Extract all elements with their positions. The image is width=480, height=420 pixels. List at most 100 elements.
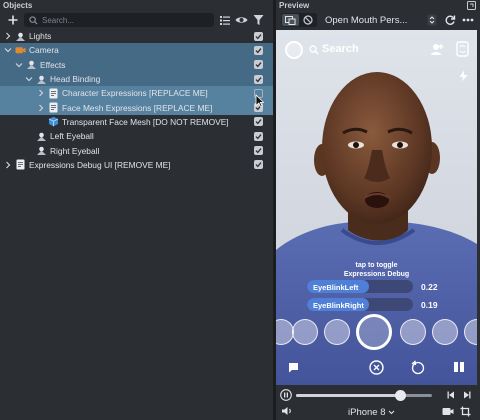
chevron-right-icon[interactable] — [4, 32, 12, 40]
tree-row-label: Character Expressions [REPLACE ME] — [62, 88, 208, 99]
visibility-checkbox[interactable] — [254, 31, 263, 41]
scene-object-icon — [36, 145, 47, 156]
chevron-down-icon[interactable] — [25, 75, 33, 83]
search-icon — [309, 45, 319, 55]
list-options-button[interactable] — [219, 14, 231, 26]
tree-row-transparent-face-mesh[interactable]: Transparent Face Mesh [DO NOT REMOVE] — [0, 115, 273, 129]
tree-row-left-eyeball[interactable]: Left Eyeball — [0, 129, 273, 143]
script-icon — [48, 88, 59, 99]
tree-row-label: Effects — [40, 59, 66, 70]
pause-button-icon[interactable] — [280, 389, 292, 401]
step-forward-icon[interactable] — [462, 390, 472, 400]
flip-camera-icon[interactable] — [456, 41, 469, 57]
tree-row-face-mesh-expressions[interactable]: Face Mesh Expressions [REPLACE ME] — [0, 94, 273, 115]
dropdown-arrows-icon[interactable] — [427, 14, 437, 26]
speaker-icon[interactable] — [281, 406, 293, 416]
checkmark-icon — [255, 48, 262, 54]
lens-slot[interactable] — [324, 319, 350, 345]
metric-name: EyeBlinkRight — [313, 300, 364, 310]
checkmark-icon — [255, 62, 262, 68]
playback-slider[interactable] — [296, 390, 432, 401]
mouse-cursor-icon — [255, 94, 264, 109]
script-icon — [48, 102, 59, 113]
camera-icon — [15, 45, 26, 56]
checkmark-icon — [255, 148, 262, 154]
debug-hint-line-2: Expressions Debug — [343, 270, 410, 278]
chevron-down-icon[interactable] — [4, 46, 12, 54]
visibility-checkbox[interactable] — [254, 160, 263, 170]
visibility-checkbox[interactable] — [254, 45, 263, 55]
debug-hint-line-1: tap to toggle — [355, 262, 398, 269]
visibility-checkbox[interactable] — [254, 131, 263, 141]
device-dropdown[interactable]: iPhone 8 — [348, 407, 386, 418]
lens-slot[interactable] — [400, 319, 426, 345]
tree-row-expressions-debug-ui[interactable]: Expressions Debug UI [REMOVE ME] — [0, 158, 273, 172]
objects-panel: Objects Lights — [0, 0, 273, 420]
refresh-icon[interactable] — [444, 14, 456, 26]
checkmark-icon — [255, 33, 262, 40]
preview-mode-toggle[interactable] — [281, 13, 317, 27]
tree-row-head-binding[interactable]: Head Binding — [0, 71, 273, 87]
visibility-checkbox[interactable] — [254, 146, 263, 156]
capture-button[interactable] — [356, 314, 392, 350]
lens-carousel — [276, 314, 477, 350]
tree-row-lights[interactable]: Lights — [0, 29, 273, 43]
preview-toolbar: Open Mouth Pers... — [276, 11, 480, 29]
flash-icon[interactable] — [458, 70, 469, 82]
chevron-right-icon[interactable] — [4, 161, 12, 169]
lens-slot[interactable] — [292, 319, 318, 345]
filter-button[interactable] — [253, 14, 265, 26]
scene-object-icon — [36, 131, 47, 142]
stories-icon[interactable] — [453, 361, 465, 373]
video-camera-icon[interactable] — [442, 407, 454, 416]
script-icon — [15, 159, 26, 170]
playback-slider-knob[interactable] — [395, 390, 407, 401]
metric-value: 0.22 — [421, 282, 438, 292]
checkmark-icon — [255, 133, 262, 140]
tree-row-label: Head Binding — [50, 74, 101, 85]
chevron-right-icon[interactable] — [37, 104, 45, 112]
chevron-right-icon[interactable] — [37, 89, 45, 97]
add-object-button[interactable] — [6, 13, 20, 27]
checkmark-icon — [255, 76, 262, 82]
preview-panel: Preview Open Mouth Pers... Search tap to… — [276, 0, 480, 420]
tree-row-character-expressions[interactable]: Character Expressions [REPLACE ME] — [0, 86, 273, 101]
metric-value: 0.19 — [421, 300, 438, 310]
objects-search-box[interactable] — [24, 13, 214, 27]
lens-preview-viewport[interactable]: Search tap to toggle Expressions Debug E… — [276, 30, 477, 385]
lens-slot[interactable] — [432, 319, 458, 345]
visibility-checkbox[interactable] — [254, 74, 263, 84]
tree-row-label: Expressions Debug UI [REMOVE ME] — [29, 159, 171, 170]
tree-row-effects[interactable]: Effects — [0, 57, 273, 72]
add-friend-icon[interactable] — [430, 42, 444, 56]
preview-bottom-bar: iPhone 8 — [276, 385, 480, 420]
more-options-icon[interactable] — [462, 18, 474, 22]
camera-mode-icon[interactable] — [303, 15, 313, 25]
metric-name: EyeBlinkLeft — [313, 282, 359, 292]
swap-lens-icon[interactable] — [410, 360, 425, 375]
tree-row-label: Transparent Face Mesh [DO NOT REMOVE] — [62, 116, 229, 127]
tree-row-camera[interactable]: Camera — [0, 43, 273, 58]
lens-slot[interactable] — [464, 319, 477, 345]
debug-hint[interactable]: tap to toggle Expressions Debug — [276, 262, 477, 279]
crop-icon[interactable] — [460, 406, 471, 417]
chevron-down-icon[interactable] — [388, 410, 395, 415]
preview-mode-device-button[interactable] — [282, 14, 299, 26]
objects-toolbar — [0, 11, 273, 29]
lens-name-dropdown[interactable]: Open Mouth Pers... — [325, 15, 407, 26]
step-back-icon[interactable] — [446, 390, 456, 400]
visibility-toggle-button[interactable] — [235, 14, 248, 26]
visibility-checkbox[interactable] — [254, 117, 263, 127]
chat-icon[interactable] — [288, 362, 299, 373]
snap-search-label[interactable]: Search — [322, 43, 359, 55]
visibility-checkbox[interactable] — [254, 60, 263, 70]
profile-avatar[interactable] — [285, 41, 303, 59]
chevron-down-icon[interactable] — [15, 61, 23, 69]
checkmark-icon — [255, 119, 262, 125]
objects-search-input[interactable] — [42, 15, 202, 25]
eye-icon — [235, 17, 248, 23]
tree-row-right-eyeball[interactable]: Right Eyeball — [0, 143, 273, 157]
pop-out-icon[interactable] — [467, 1, 476, 10]
metric-eye-blink-left: EyeBlinkLeft — [307, 280, 413, 293]
close-lens-icon[interactable] — [369, 360, 384, 375]
